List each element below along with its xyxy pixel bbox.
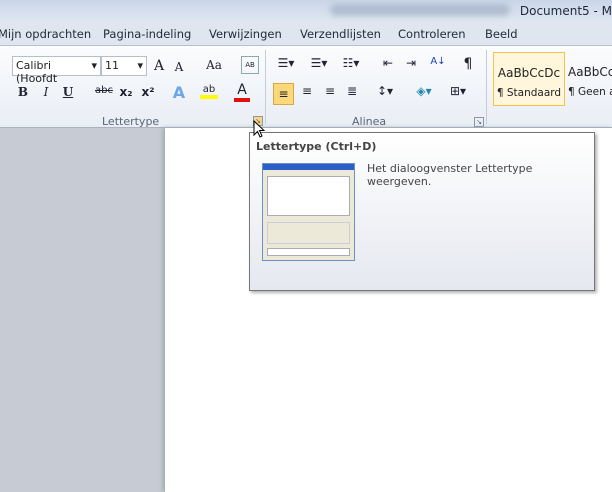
subscript-button[interactable]: x₂ bbox=[118, 85, 134, 99]
font-color-button[interactable]: A bbox=[234, 82, 250, 102]
increase-indent-icon[interactable]: ⇥ bbox=[402, 56, 420, 70]
italic-button[interactable]: I bbox=[38, 85, 54, 99]
bullets-icon[interactable]: ☰▾ bbox=[274, 56, 298, 70]
borders-icon[interactable]: ⊞▾ bbox=[445, 84, 471, 98]
font-name-combo[interactable]: Calibri (Hoofdt ▾ bbox=[12, 56, 101, 85]
multilevel-list-icon[interactable]: ☷▾ bbox=[339, 56, 363, 70]
style-preview: AaBbCc bbox=[568, 65, 612, 79]
shrink-font-button[interactable]: A bbox=[172, 60, 186, 74]
sort-button[interactable]: A↓ bbox=[428, 56, 448, 67]
tab-controleren[interactable]: Controleren bbox=[398, 27, 465, 41]
ribbon-tabs: Mijn opdrachten Pagina-indeling Verwijzi… bbox=[0, 22, 612, 46]
tab-verwijzingen[interactable]: Verwijzingen bbox=[209, 27, 282, 41]
align-left-icon[interactable]: ≡ bbox=[273, 83, 294, 105]
justify-icon[interactable]: ≣ bbox=[343, 84, 361, 98]
bold-button[interactable]: B bbox=[15, 85, 31, 99]
chevron-down-icon: ▾ bbox=[137, 59, 143, 72]
title-bar: Document5 - M bbox=[0, 0, 612, 22]
font-group-label: Lettertype bbox=[102, 115, 160, 128]
chevron-down-icon: ▾ bbox=[91, 59, 97, 72]
style-name: ¶ Geen af bbox=[568, 86, 612, 98]
style-standaard[interactable]: AaBbCcDc ¶ Standaard bbox=[493, 52, 565, 106]
separator bbox=[265, 50, 266, 124]
style-preview: AaBbCcDc bbox=[497, 66, 561, 80]
tab-verzendlijsten[interactable]: Verzendlijsten bbox=[300, 27, 381, 41]
tab-mijn-opdrachten[interactable]: Mijn opdrachten bbox=[0, 27, 91, 41]
style-name: ¶ Standaard bbox=[496, 87, 562, 99]
paragraph-dialog-launcher[interactable]: ↘ bbox=[474, 117, 484, 127]
tooltip-title: Lettertype (Ctrl+D) bbox=[256, 140, 377, 153]
align-center-icon[interactable]: ≡ bbox=[298, 84, 316, 98]
font-dialog-preview-image bbox=[262, 163, 355, 261]
change-case-button[interactable]: Aa bbox=[203, 58, 225, 72]
numbering-icon[interactable]: ☰▾ bbox=[307, 56, 331, 70]
superscript-button[interactable]: x² bbox=[140, 85, 156, 99]
text-effects-button[interactable]: A bbox=[170, 83, 188, 102]
shading-icon[interactable]: ◈▾ bbox=[412, 84, 436, 98]
mouse-cursor-icon bbox=[253, 120, 266, 138]
tab-pagina-indeling[interactable]: Pagina-indeling bbox=[103, 27, 191, 41]
show-formatting-button[interactable]: ¶ bbox=[460, 56, 476, 72]
strikethrough-button[interactable]: abc bbox=[94, 85, 114, 96]
style-geen-afstand[interactable]: AaBbCc ¶ Geen af bbox=[566, 52, 612, 106]
align-right-icon[interactable]: ≡ bbox=[321, 84, 339, 98]
font-size-value: 11 bbox=[105, 59, 119, 72]
decrease-indent-icon[interactable]: ⇤ bbox=[379, 56, 397, 70]
blurred-title bbox=[330, 4, 510, 16]
tab-beeld[interactable]: Beeld bbox=[485, 27, 518, 41]
tooltip: Lettertype (Ctrl+D) Het dialoogvenster L… bbox=[249, 132, 595, 291]
grow-font-button[interactable]: A bbox=[151, 58, 167, 74]
line-spacing-icon[interactable]: ↕▾ bbox=[373, 84, 397, 98]
paragraph-group-label: Alinea bbox=[352, 115, 387, 128]
clear-formatting-icon[interactable]: AB bbox=[241, 56, 259, 74]
ribbon: Calibri (Hoofdt ▾ 11 ▾ A A Aa AB B I U abc… bbox=[0, 46, 612, 128]
highlight-button[interactable]: ab bbox=[200, 84, 218, 99]
separator bbox=[486, 50, 487, 124]
tooltip-description: Het dialoogvenster Lettertype weergeven. bbox=[367, 162, 533, 188]
window-title: Document5 - M bbox=[519, 4, 612, 18]
underline-button[interactable]: U bbox=[60, 85, 76, 99]
font-name-value: Calibri (Hoofdt bbox=[16, 59, 58, 85]
font-size-combo[interactable]: 11 ▾ bbox=[101, 56, 147, 76]
